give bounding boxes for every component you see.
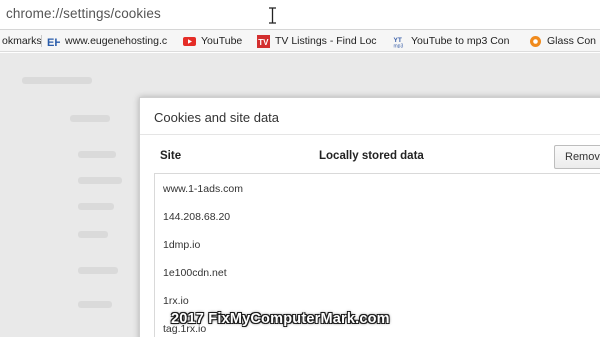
bookmark-label: okmarks: [2, 35, 42, 47]
watermark-caption: 2017 FixMyComputerMark.com: [171, 311, 390, 327]
svg-text:TV: TV: [258, 38, 269, 47]
svg-text:mp3: mp3: [394, 43, 404, 48]
bookmark-item-youtube[interactable]: YouTube: [183, 30, 243, 51]
cookie-site-row[interactable]: 1e100cdn.net: [163, 264, 227, 282]
omnibox[interactable]: chrome://settings/cookies: [0, 0, 600, 30]
bookmarks-bar: okmarks EH www.eugenehosting.c YouTube T…: [0, 30, 600, 52]
glass-icon: [530, 35, 541, 47]
settings-ghost-line: [78, 231, 108, 238]
settings-ghost-line: [78, 301, 112, 308]
dialog-divider: [140, 134, 600, 135]
stored-data-column-header: Locally stored data: [319, 150, 424, 162]
svg-text:EH: EH: [47, 37, 60, 48]
bookmark-divider: [41, 35, 42, 47]
bookmark-item-eugenehosting[interactable]: EH www.eugenehosting.c: [47, 30, 168, 51]
site-column-header: Site: [160, 150, 182, 162]
bookmark-label: Glass Con: [547, 35, 597, 47]
text-cursor-icon: [269, 7, 276, 24]
cookie-site-row[interactable]: 144.208.68.20: [163, 208, 230, 226]
remove-all-button[interactable]: Remove all: [554, 145, 600, 169]
settings-ghost-line: [70, 115, 110, 122]
youtube-icon: [183, 36, 196, 46]
bookmark-item-youtube-mp3[interactable]: YT mp3 YouTube to mp3 Con: [393, 30, 510, 51]
bookmark-item-glass[interactable]: Glass Con: [529, 30, 597, 51]
dialog-title: Cookies and site data: [154, 110, 280, 125]
bookmark-label: YouTube to mp3 Con: [411, 35, 510, 47]
bookmark-label: YouTube: [201, 35, 243, 47]
url-text[interactable]: chrome://settings/cookies: [6, 6, 161, 21]
youtube-mp3-icon: YT mp3: [394, 37, 404, 48]
eh-favicon-icon: EH: [47, 37, 60, 48]
cookies-dialog: Cookies and site data Site Locally store…: [139, 97, 600, 337]
bookmark-label: www.eugenehosting.c: [65, 35, 168, 47]
bookmark-label: TV Listings - Find Loc: [275, 35, 377, 47]
settings-ghost-line: [78, 177, 122, 184]
bookmark-item-bookmarks[interactable]: okmarks: [2, 30, 42, 51]
bookmark-item-tv-listings[interactable]: TV TV Listings - Find Loc: [257, 30, 377, 51]
settings-ghost-line: [22, 77, 92, 84]
cookie-site-row[interactable]: 1dmp.io: [163, 236, 200, 254]
cookie-site-row[interactable]: 1rx.io: [163, 292, 189, 310]
cookie-site-row[interactable]: www.1-1ads.com: [163, 180, 243, 198]
settings-ghost-line: [78, 203, 114, 210]
tv-listings-icon: TV: [257, 34, 270, 48]
settings-ghost-line: [78, 151, 116, 158]
settings-ghost-line: [78, 267, 118, 274]
